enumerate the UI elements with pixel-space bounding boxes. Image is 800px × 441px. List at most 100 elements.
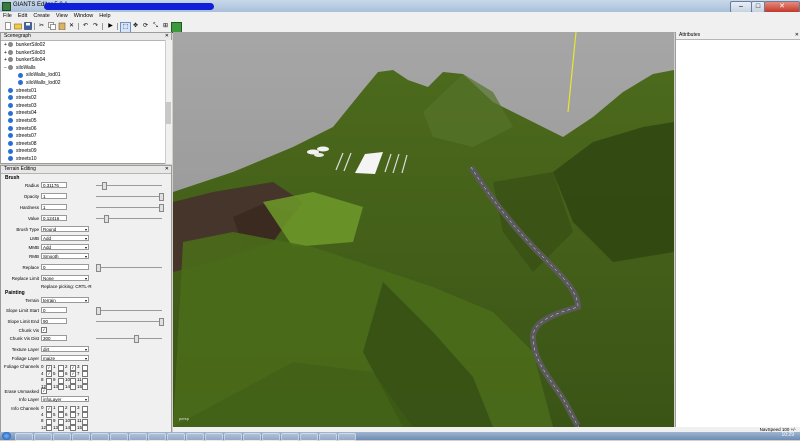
taskbar-clock: 10:29 <box>781 432 794 438</box>
new-icon[interactable] <box>3 22 12 31</box>
channel-checkbox[interactable]: ✓ <box>70 364 76 371</box>
channel-checkbox[interactable] <box>82 364 88 371</box>
save-icon[interactable] <box>23 22 32 31</box>
move-icon[interactable]: ✥ <box>131 22 140 31</box>
hardness-input[interactable]: 1 <box>41 204 67 210</box>
channel-checkbox[interactable] <box>58 418 64 425</box>
channel-checkbox[interactable] <box>58 412 64 418</box>
delete-icon[interactable]: ✕ <box>67 22 76 31</box>
channel-checkbox[interactable] <box>82 425 88 431</box>
texture-layer-select[interactable]: dirt ▾ <box>41 346 89 352</box>
redo-icon[interactable]: ↷ <box>91 22 100 31</box>
start-button[interactable] <box>2 432 11 440</box>
hardness-slider[interactable] <box>96 207 162 208</box>
channel-checkbox[interactable] <box>58 425 64 431</box>
channel-checkbox[interactable] <box>46 425 52 431</box>
close-icon[interactable]: ✕ <box>165 33 169 40</box>
scenegraph-scroll-thumb[interactable] <box>165 102 171 124</box>
node-icon <box>8 156 13 162</box>
channel-checkbox[interactable] <box>58 377 64 384</box>
chunk-vis-dist-slider-knob[interactable] <box>133 335 139 343</box>
foliage-layer-select[interactable]: maize ▾ <box>41 355 89 361</box>
channel-checkbox[interactable]: ✓ <box>46 405 52 412</box>
channel-checkbox[interactable] <box>70 377 76 384</box>
slope-end-input[interactable]: 90 <box>41 318 67 324</box>
radius-input[interactable]: 0.31176 <box>41 182 67 188</box>
play-icon[interactable]: ▶ <box>106 22 115 31</box>
hardness-slider-knob[interactable] <box>159 204 164 212</box>
snap-icon[interactable]: ⊞ <box>161 22 170 31</box>
channel-checkbox[interactable] <box>70 384 76 390</box>
slope-end-slider[interactable] <box>96 321 162 322</box>
channel-checkbox[interactable] <box>58 384 64 390</box>
info-layer-select[interactable]: infoLayer ▾ <box>41 396 89 402</box>
channel-checkbox[interactable] <box>70 425 76 431</box>
foliage-layer-value: maize <box>43 356 56 361</box>
channel-checkbox[interactable] <box>58 405 64 412</box>
opacity-input[interactable]: 1 <box>41 193 67 199</box>
viewport-label: persp <box>179 416 190 421</box>
paste-icon[interactable] <box>57 22 66 31</box>
channel-checkbox[interactable] <box>82 371 88 377</box>
erase-unmasked-checkbox[interactable]: ✓ <box>41 388 47 394</box>
channel-checkbox[interactable] <box>46 377 52 384</box>
close-icon[interactable]: ✕ <box>795 32 799 39</box>
slope-start-slider-knob[interactable] <box>96 307 101 315</box>
opacity-slider-knob[interactable] <box>159 193 164 201</box>
cut-icon[interactable]: ✂ <box>37 22 46 31</box>
chunk-vis-dist-slider[interactable] <box>96 338 162 339</box>
slope-start-input[interactable]: 0 <box>41 307 67 313</box>
menu-view[interactable]: View <box>53 12 71 20</box>
channel-checkbox[interactable] <box>58 364 64 371</box>
slope-end-slider-knob[interactable] <box>159 318 164 326</box>
channel-checkbox[interactable] <box>82 384 88 390</box>
copy-icon[interactable] <box>47 22 56 31</box>
scenegraph-item[interactable]: streets10 <box>3 155 37 163</box>
channel-checkbox[interactable] <box>70 412 76 418</box>
3d-viewport[interactable]: persp <box>173 32 674 427</box>
channel-checkbox[interactable] <box>82 405 88 412</box>
replace-limit-select[interactable]: None ▾ <box>41 275 89 281</box>
channel-checkbox[interactable] <box>82 418 88 425</box>
terrain-editing-panel: Terrain Editing ✕ Brush Radius 0.31176 O… <box>0 165 172 440</box>
lmb-select[interactable]: Add ▾ <box>41 235 89 241</box>
brush-type-select[interactable]: Round ▾ <box>41 226 89 232</box>
channel-checkbox[interactable] <box>58 371 64 377</box>
menu-help[interactable]: Help <box>96 12 113 20</box>
channel-checkbox[interactable]: ✓ <box>46 364 52 371</box>
value-slider-knob[interactable] <box>103 215 109 223</box>
chunk-vis-dist-input[interactable]: 300 <box>41 335 67 341</box>
replace-slider[interactable] <box>96 267 162 268</box>
replace-slider-knob[interactable] <box>96 264 101 272</box>
channel-checkbox[interactable] <box>46 418 52 425</box>
channel-checkbox[interactable] <box>70 418 76 425</box>
close-icon[interactable]: ✕ <box>165 166 169 173</box>
scale-icon[interactable]: ⤡ <box>151 22 160 31</box>
channel-number: 0 <box>41 364 44 369</box>
menu-edit[interactable]: Edit <box>15 12 30 20</box>
slope-start-slider[interactable] <box>96 310 162 311</box>
chunk-vis-checkbox[interactable]: ✓ <box>41 327 47 333</box>
channel-number: 4 <box>41 370 44 376</box>
channel-checkbox[interactable] <box>46 412 52 418</box>
channel-checkbox[interactable] <box>82 377 88 384</box>
radius-slider-knob[interactable] <box>102 182 108 190</box>
channel-checkbox[interactable] <box>70 405 76 412</box>
terrain-select[interactable]: terrain ▾ <box>41 297 89 303</box>
channel-checkbox[interactable]: ✓ <box>46 371 52 377</box>
opacity-slider[interactable] <box>96 196 162 197</box>
undo-icon[interactable]: ↶ <box>81 22 90 31</box>
open-icon[interactable] <box>13 22 22 31</box>
mmb-select[interactable]: Add ▾ <box>41 244 89 250</box>
menu-create[interactable]: Create <box>30 12 53 20</box>
channel-checkbox[interactable] <box>82 412 88 418</box>
menu-file[interactable]: File <box>0 12 15 20</box>
replace-input[interactable]: 0 <box>41 264 89 270</box>
value-input[interactable]: 0.12416 <box>41 215 67 221</box>
rmb-select[interactable]: Smooth ▾ <box>41 253 89 259</box>
menu-window[interactable]: Window <box>71 12 97 20</box>
brush-type-value: Round <box>43 227 57 232</box>
rotate-icon[interactable]: ⟳ <box>141 22 150 31</box>
channel-number: 8 <box>41 377 44 382</box>
channel-checkbox[interactable]: ✓ <box>70 371 76 377</box>
